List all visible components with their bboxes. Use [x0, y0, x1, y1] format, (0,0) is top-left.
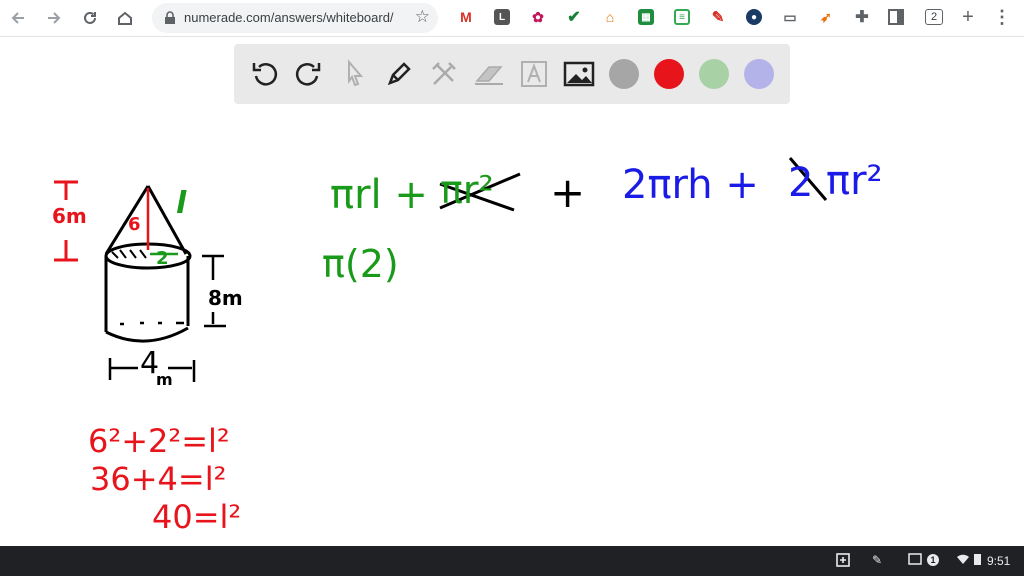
- clock[interactable]: 9:51: [987, 554, 1010, 568]
- color-gray-swatch[interactable]: [609, 59, 639, 89]
- extension-pen-icon[interactable]: ✎: [710, 9, 726, 26]
- equation-line-2: 36+4=l²: [90, 460, 227, 498]
- extension-share-icon[interactable]: ✿: [530, 9, 546, 25]
- lock-icon: [165, 11, 175, 24]
- bookmark-star-icon[interactable]: ☆: [415, 7, 430, 27]
- whiteboard-toolbar: [234, 44, 790, 104]
- address-bar[interactable]: numerade.com/answers/whiteboard/ ☆: [152, 3, 438, 33]
- substitution-expression: π(2): [322, 242, 399, 286]
- slant-height-value: 6: [128, 214, 141, 235]
- whiteboard-canvas[interactable]: 6m l 6 2 8m 4 m πrl + πr² + 2πrh + 2 πr²…: [0, 104, 1024, 546]
- url-text: numerade.com/answers/whiteboard/: [184, 10, 394, 25]
- browser-toolbar: numerade.com/answers/whiteboard/ ☆ M L ✿…: [0, 0, 1024, 37]
- extension-note-icon[interactable]: ≡: [674, 9, 690, 25]
- notification-count-badge[interactable]: 1: [927, 554, 939, 566]
- home-icon[interactable]: [113, 6, 137, 30]
- formula-lateral-cone: πrl +: [330, 172, 428, 218]
- tools-icon[interactable]: [426, 56, 462, 92]
- diameter-unit: m: [156, 370, 173, 389]
- equation-line-1: 6²+2²=l²: [88, 422, 230, 460]
- formula-crossed-term: πr²: [440, 168, 494, 212]
- color-blue-swatch[interactable]: [744, 59, 774, 89]
- image-icon[interactable]: [561, 56, 597, 92]
- gmail-icon[interactable]: M: [458, 9, 474, 25]
- screen-capture-icon[interactable]: [836, 553, 850, 567]
- extension-circle-icon[interactable]: ●: [746, 9, 762, 25]
- new-tab-icon[interactable]: +: [960, 6, 976, 28]
- eraser-icon[interactable]: [471, 56, 507, 92]
- wifi-icon[interactable]: [956, 553, 970, 565]
- stylus-icon[interactable]: ✎: [872, 553, 882, 567]
- text-icon[interactable]: [516, 56, 552, 92]
- equation-line-3: 40=l²: [152, 498, 242, 536]
- formula-crossed-coefficient: 2: [788, 160, 814, 206]
- extension-house-icon[interactable]: ⌂: [602, 9, 618, 25]
- back-icon[interactable]: [6, 6, 30, 30]
- extension-screen-icon[interactable]: ▭: [782, 9, 798, 25]
- formula-base-area: πr²: [826, 158, 883, 204]
- checkmark-extension-icon[interactable]: ✔: [566, 9, 582, 26]
- color-green-swatch[interactable]: [699, 59, 729, 89]
- formula-plus: +: [550, 168, 586, 217]
- undo-icon[interactable]: [246, 56, 282, 92]
- notification-tray-icon[interactable]: [908, 553, 922, 565]
- select-arrow-icon[interactable]: [336, 56, 372, 92]
- radius-value: 2: [156, 248, 169, 269]
- cone-height-label: 6m: [52, 204, 87, 228]
- pen-icon[interactable]: [381, 56, 417, 92]
- forward-icon[interactable]: [42, 6, 66, 30]
- system-shelf: ✎ 1 9:51: [0, 546, 1024, 576]
- extensions-puzzle-icon[interactable]: ✚: [854, 9, 870, 26]
- slant-height-label: l: [176, 186, 187, 221]
- reload-icon[interactable]: [78, 6, 102, 30]
- formula-cylinder-lateral: 2πrh +: [622, 162, 759, 208]
- tab-counter[interactable]: 2: [925, 9, 943, 25]
- cylinder-height-label: 8m: [208, 286, 243, 310]
- extension-l-icon[interactable]: L: [494, 9, 510, 25]
- extension-flame-icon[interactable]: ➶: [818, 9, 834, 25]
- side-panel-icon[interactable]: [888, 9, 904, 25]
- menu-dots-icon[interactable]: ⋮: [993, 7, 1011, 27]
- battery-icon[interactable]: [974, 553, 981, 565]
- extension-grid-icon[interactable]: ▦: [638, 9, 654, 25]
- color-red-swatch[interactable]: [654, 59, 684, 89]
- redo-icon[interactable]: [291, 56, 327, 92]
